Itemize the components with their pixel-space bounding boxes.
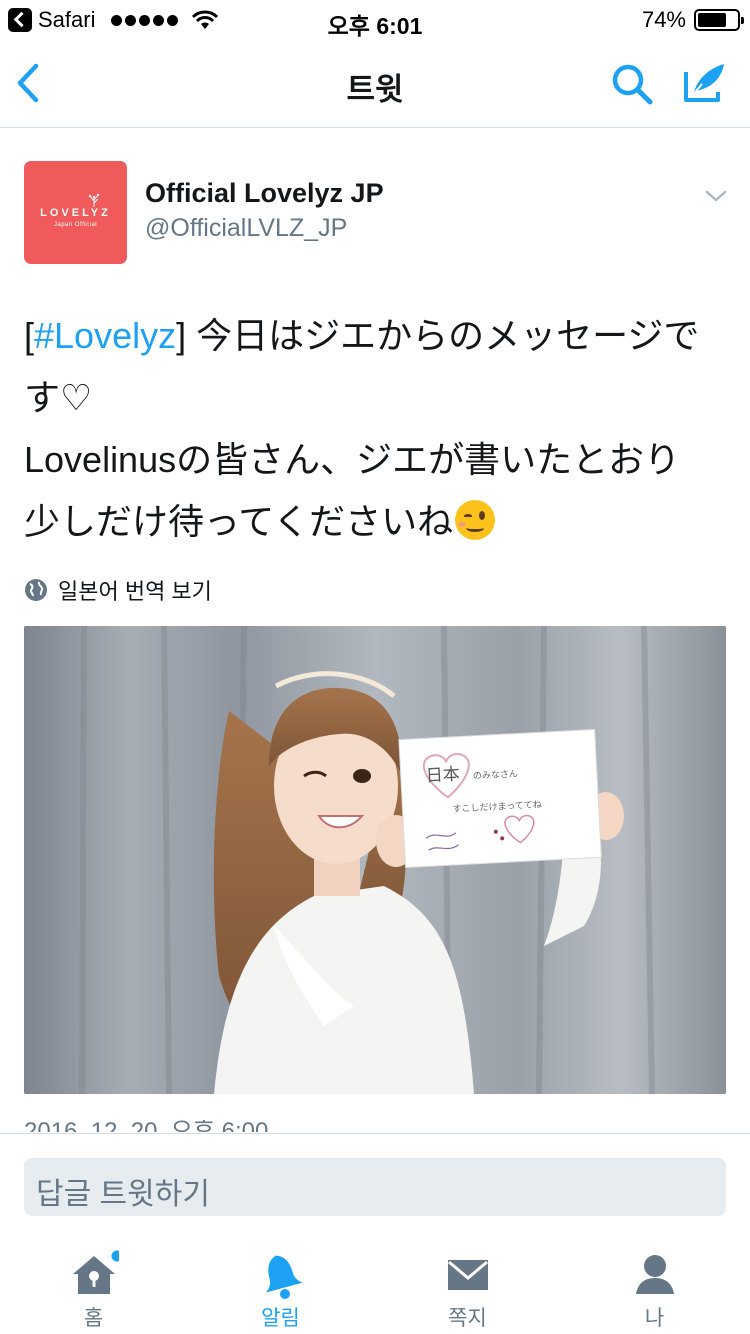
flower-logo-icon [88, 193, 100, 207]
display-name[interactable]: Official Lovelyz JP [145, 178, 384, 209]
tab-me[interactable]: 나 [561, 1240, 748, 1334]
tab-home-label: 홈 [83, 1307, 104, 1330]
tab-home[interactable]: 홈 [0, 1240, 187, 1334]
person-icon [636, 1255, 674, 1294]
avatar-logo-subtext: Japan Official [53, 222, 98, 228]
reply-input[interactable]: 답글 트윗하기 [24, 1158, 726, 1216]
chevron-down-icon[interactable] [704, 186, 728, 206]
photo-illustration: 日本 のみなさん すこしだけまっててね [24, 626, 726, 1094]
tab-bar: 홈 알림 쪽지 나 [0, 1240, 750, 1334]
tab-notifications[interactable]: 알림 [187, 1240, 374, 1334]
tab-messages-label: 쪽지 [448, 1307, 487, 1330]
tweet-photo[interactable]: 日本 のみなさん すこしだけまっててね [24, 626, 726, 1094]
translate-label[interactable]: 일본어 번역 보기 [58, 574, 212, 606]
status-bar: Safari 오후 6:01 74% [0, 0, 750, 40]
bracket-open: [ [24, 315, 35, 356]
status-right: 74% [641, 7, 744, 33]
battery-icon [694, 9, 744, 31]
compose-tweet-icon[interactable] [680, 58, 730, 108]
tweet-timestamp: 2016. 12. 20. 오후 6:00 [24, 1120, 268, 1132]
tweet-line-3: 少しだけ待ってくださいね [24, 491, 734, 553]
search-icon[interactable] [608, 60, 656, 108]
tab-notifications-label: 알림 [261, 1307, 300, 1330]
status-time: 오후 6:01 [327, 13, 423, 39]
tweet-line-1: [#Lovelyz] 今日はジエからのメッセージです♡ [24, 305, 734, 429]
winking-face-icon [455, 500, 496, 540]
avatar[interactable]: LOVELYZ Japan Official [24, 161, 127, 264]
home-icon [73, 1250, 119, 1294]
battery-percent: 74% [641, 7, 686, 32]
user-handle[interactable]: @OfficialLVLZ_JP [145, 214, 347, 243]
tab-me-label: 나 [644, 1307, 665, 1330]
tweet-line-3-text: 少しだけ待ってくださいね [24, 501, 454, 542]
tweet-text: [#Lovelyz] 今日はジエからのメッセージです♡ Lovelinusの皆さ… [24, 305, 734, 553]
hashtag-link[interactable]: #Lovelyz [34, 315, 176, 356]
avatar-logo-text: LOVELYZ [40, 207, 111, 219]
envelope-icon [448, 1260, 488, 1290]
nav-bar: 트윗 [0, 40, 750, 128]
globe-icon [25, 579, 47, 601]
tweet-line-2: Lovelinusの皆さん、ジエが書いたとおり [24, 439, 681, 480]
sign-title: 日本 [425, 765, 460, 787]
divider [0, 1133, 750, 1134]
bell-icon [266, 1255, 303, 1299]
tab-messages[interactable]: 쪽지 [374, 1240, 561, 1334]
translate-link[interactable]: 일본어 번역 보기 [24, 574, 212, 606]
